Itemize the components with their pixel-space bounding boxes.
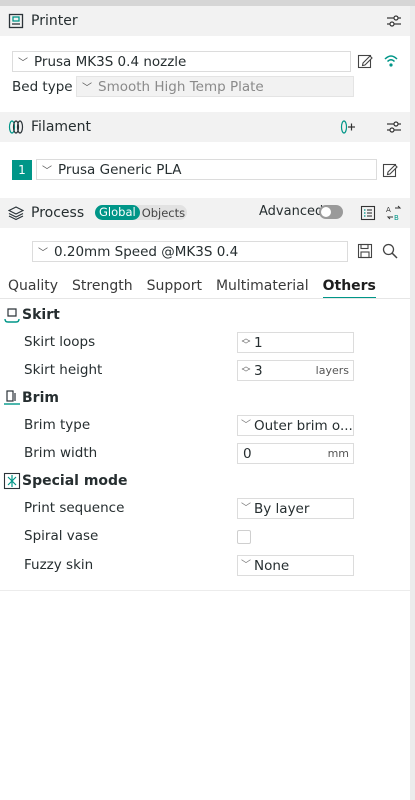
printer-section-title: Printer [31,13,78,29]
layers-icon [7,205,25,221]
chevron-down-icon: ﹀ [82,83,92,94]
fuzzy-skin-combo[interactable]: ﹀ None [237,555,354,576]
spiral-vase-checkbox[interactable] [237,530,251,544]
skirt-group-title: Skirt [22,307,60,323]
wifi-icon[interactable] [383,53,399,69]
brim-width-unit: mm [327,447,349,460]
skirt-height-input[interactable]: ︿ ﹀ 3 layers [237,360,354,381]
advanced-toggle[interactable] [319,205,343,219]
brim-group-title: Brim [22,390,59,406]
edit-printer-icon[interactable] [357,53,373,69]
print-sequence-combo[interactable]: ﹀ By layer [237,498,354,519]
printer-icon [8,13,24,29]
printer-section-header: Printer [0,6,410,36]
settings-tabs: Quality Strength Support Multimaterial O… [8,278,390,299]
filament-preset-value: Prusa Generic PLA [58,161,182,178]
printer-settings-icon[interactable] [386,13,402,29]
filament-section-title: Filament [31,119,92,135]
brim-type-value: Outer brim o... [254,417,353,434]
process-section-title: Process [31,205,85,221]
add-filament-icon[interactable] [340,119,356,135]
list-settings-icon[interactable] [360,205,376,221]
fuzzy-skin-label: Fuzzy skin [24,557,94,573]
bed-type-value: Smooth High Temp Plate [98,78,264,95]
printer-preset-combo[interactable]: ﹀ Prusa MK3S 0.4 nozzle [12,51,351,72]
filament-slot-badge[interactable]: 1 [12,160,32,180]
printer-preset-value: Prusa MK3S 0.4 nozzle [34,53,187,70]
brim-icon [3,389,21,407]
scrollbar-track[interactable] [410,6,415,800]
spinner-arrows-icon[interactable]: ︿ ﹀ [238,334,254,350]
brim-width-input[interactable]: 0 mm [237,443,354,464]
chevron-down-icon: ﹀ [42,166,52,177]
fuzzy-skin-value: None [254,557,290,574]
brim-type-combo[interactable]: ﹀ Outer brim o... [237,415,354,436]
svg-text:B: B [394,214,399,221]
save-icon[interactable] [357,243,373,259]
skirt-loops-value: 1 [254,334,263,351]
chevron-down-icon: ﹀ [241,560,251,571]
process-preset-value: 0.20mm Speed @MK3S 0.4 [54,243,239,260]
skirt-loops-label: Skirt loops [24,334,96,350]
bed-type-combo[interactable]: ﹀ Smooth High Temp Plate [76,76,354,97]
tab-strength[interactable]: Strength [72,278,133,299]
process-preset-combo[interactable]: ﹀ 0.20mm Speed @MK3S 0.4 [32,241,348,262]
special-mode-icon [3,472,21,490]
global-objects-toggle[interactable]: Global Objects [95,205,187,220]
advanced-label: Advanced [259,204,324,219]
brim-width-value: 0 [243,445,252,462]
tab-quality[interactable]: Quality [8,278,58,299]
brim-type-label: Brim type [24,417,91,433]
skirt-loops-input[interactable]: ︿ ﹀ 1 [237,332,354,353]
toggle-knob [321,207,331,217]
spinner-arrows-icon[interactable]: ︿ ﹀ [238,362,254,378]
tab-others[interactable]: Others [322,278,376,299]
global-option[interactable]: Global [95,205,140,220]
print-sequence-value: By layer [254,500,310,517]
chevron-down-icon: ﹀ [241,503,251,514]
skirt-height-value: 3 [254,362,263,379]
special-mode-group-title: Special mode [22,473,128,489]
chevron-down-icon: ﹀ [18,58,28,69]
process-section-header: Process [0,198,410,228]
chevron-down-icon: ﹀ [241,420,251,431]
filament-preset-combo[interactable]: ﹀ Prusa Generic PLA [36,159,377,180]
tab-multimaterial[interactable]: Multimaterial [216,278,309,299]
bed-type-label: Bed type [12,79,73,95]
skirt-height-label: Skirt height [24,362,103,378]
compare-icon[interactable]: AB [386,205,402,222]
tab-divider [0,298,410,299]
search-icon[interactable] [382,243,398,259]
skirt-height-unit: layers [315,364,349,377]
filament-section-header: Filament [0,112,410,142]
filament-settings-icon[interactable] [386,119,402,135]
panel-divider [0,590,410,591]
print-sequence-label: Print sequence [24,500,125,516]
tab-support[interactable]: Support [147,278,202,299]
svg-text:A: A [386,206,391,214]
spiral-vase-label: Spiral vase [24,528,99,544]
filament-spool-icon [8,119,24,135]
chevron-down-icon: ﹀ [38,248,48,259]
brim-width-label: Brim width [24,445,98,461]
edit-filament-icon[interactable] [382,162,398,178]
objects-option[interactable]: Objects [140,206,185,220]
skirt-icon [3,306,21,324]
